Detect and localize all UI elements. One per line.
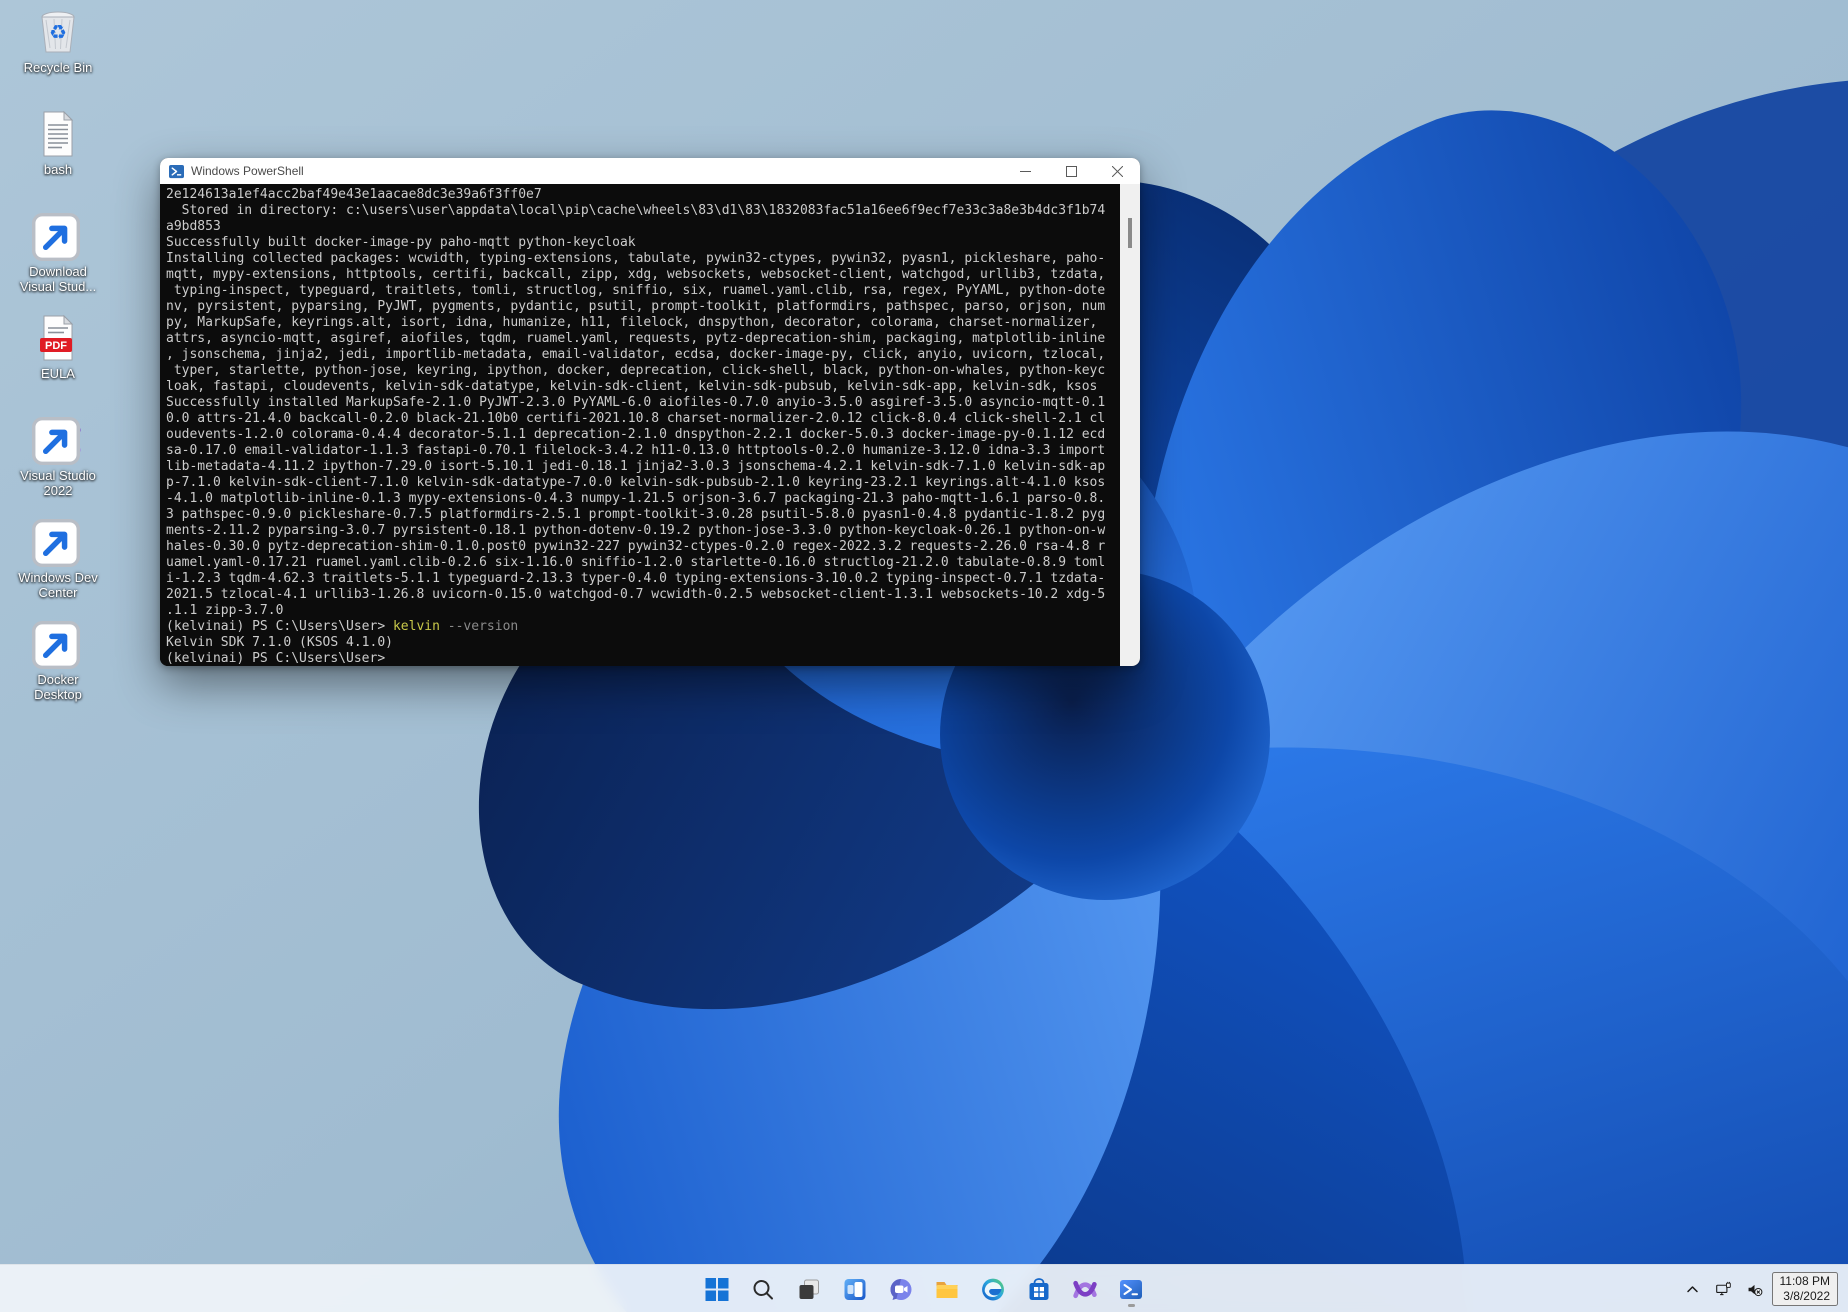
- terminal-line: (kelvinai) PS C:\Users\User> kelvin --ve…: [166, 619, 1114, 635]
- desktop-icon-label: bash: [44, 162, 72, 177]
- tray-chevron-up-icon[interactable]: [1679, 1269, 1706, 1309]
- running-indicator: [1128, 1304, 1135, 1307]
- terminal-line: sa-0.17.0 email-validator-1.1.3 fastapi-…: [166, 443, 1114, 459]
- terminal-line: 3 pathspec-0.9.0 pickleshare-0.7.5 platf…: [166, 507, 1114, 523]
- desktop-icon-recycle-bin[interactable]: ♻ Recycle Bin: [8, 8, 108, 102]
- edge-icon: [34, 518, 82, 566]
- terminal-line: a9bd853: [166, 219, 1114, 235]
- terminal-line: i-1.2.3 tqdm-4.62.3 traitlets-5.1.1 type…: [166, 571, 1114, 587]
- taskbar-file-explorer-icon[interactable]: [928, 1269, 967, 1309]
- terminal-line: 0.0 attrs-21.4.0 backcall-0.2.0 black-21…: [166, 411, 1114, 427]
- terminal-line: Successfully built docker-image-py paho-…: [166, 235, 1114, 251]
- terminal-line: typing-inspect, typeguard, traitlets, to…: [166, 283, 1114, 299]
- terminal-line: oudevents-1.2.0 colorama-0.4.4 decorator…: [166, 427, 1114, 443]
- desktop-icon-windows-dev-center[interactable]: Windows DevCenter: [8, 518, 108, 612]
- terminal-line: ments-2.11.2 pyparsing-3.0.7 pyrsistent-…: [166, 523, 1114, 539]
- scrollbar-thumb[interactable]: [1128, 218, 1132, 248]
- window-titlebar[interactable]: Windows PowerShell: [160, 158, 1140, 184]
- recycle-bin-icon: ♻: [34, 8, 82, 56]
- visual-studio-icon: [34, 416, 82, 464]
- edge-icon: [34, 212, 82, 260]
- terminal-line: Installing collected packages: wcwidth, …: [166, 251, 1114, 267]
- taskbar-powershell-icon[interactable]: [1112, 1269, 1151, 1309]
- terminal-line: typer, starlette, python-jose, keyring, …: [166, 363, 1114, 379]
- terminal-output[interactable]: 2e124613a1ef4acc2baf49e43e1aacae8dc3e39a…: [160, 184, 1140, 666]
- terminal-line: Kelvin SDK 7.1.0 (KSOS 4.1.0): [166, 635, 1114, 651]
- terminal-line: mqtt, mypy-extensions, httptools, certif…: [166, 267, 1114, 283]
- taskbar: 11:08 PM 3/8/2022: [0, 1264, 1848, 1312]
- svg-text:♻: ♻: [49, 20, 67, 44]
- close-button[interactable]: [1094, 158, 1140, 184]
- maximize-button[interactable]: [1048, 158, 1094, 184]
- terminal-line: nv, pyrsistent, pyparsing, PyJWT, pygmen…: [166, 299, 1114, 315]
- terminal-line: uamel.yaml-0.17.21 ruamel.yaml.clib-0.2.…: [166, 555, 1114, 571]
- taskbar-edge-icon[interactable]: [974, 1269, 1013, 1309]
- powershell-window: Windows PowerShell 2e124613a1ef4acc2baf4…: [160, 158, 1140, 666]
- terminal-line: p-7.1.0 kelvin-sdk-client-7.1.0 kelvin-s…: [166, 475, 1114, 491]
- system-tray: 11:08 PM 3/8/2022: [1679, 1265, 1838, 1312]
- desktop-icon-label: EULA: [41, 366, 75, 381]
- desktop-icon-label: Visual Studio2022: [20, 468, 96, 498]
- taskbar-chat-icon[interactable]: [882, 1269, 921, 1309]
- taskbar-store-icon[interactable]: [1020, 1269, 1059, 1309]
- terminal-line: loak, fastapi, cloudevents, kelvin-sdk-d…: [166, 379, 1114, 395]
- desktop: ♻ Recycle Bin bash DownloadVisual Stud...…: [0, 0, 1848, 1312]
- terminal-lines: 2e124613a1ef4acc2baf49e43e1aacae8dc3e39a…: [166, 187, 1114, 666]
- terminal-line: Stored in directory: c:\users\user\appda…: [166, 203, 1114, 219]
- desktop-icon-docker-desktop[interactable]: DockerDesktop: [8, 620, 108, 714]
- clock-date: 3/8/2022: [1783, 1289, 1830, 1304]
- desktop-icon-label: Windows DevCenter: [18, 570, 97, 600]
- terminal-line: 2021.5 tzlocal-4.1 urllib3-1.26.8 uvicor…: [166, 587, 1114, 603]
- taskbar-widgets-icon[interactable]: [836, 1269, 875, 1309]
- powershell-icon: [169, 164, 184, 179]
- terminal-line: 2e124613a1ef4acc2baf49e43e1aacae8dc3e39a…: [166, 187, 1114, 203]
- terminal-line: -4.1.0 matplotlib-inline-0.1.3 mypy-exte…: [166, 491, 1114, 507]
- terminal-line: py, MarkupSafe, keyrings.alt, isort, idn…: [166, 315, 1114, 331]
- taskbar-icons: [698, 1265, 1151, 1312]
- terminal-line: lib-metadata-4.11.2 ipython-7.29.0 isort…: [166, 459, 1114, 475]
- terminal-scrollbar[interactable]: [1120, 184, 1140, 666]
- terminal-line: Successfully installed MarkupSafe-2.1.0 …: [166, 395, 1114, 411]
- desktop-icon-label: DockerDesktop: [34, 672, 82, 702]
- desktop-icon-bash[interactable]: bash: [8, 110, 108, 204]
- desktop-icon-eula[interactable]: PDF EULA: [8, 314, 108, 408]
- desktop-icon-visual-studio-2022[interactable]: Visual Studio2022: [8, 416, 108, 510]
- docker-icon: [34, 620, 82, 668]
- network-icon[interactable]: [1710, 1269, 1737, 1309]
- svg-text:PDF: PDF: [45, 340, 67, 352]
- clock-time: 11:08 PM: [1780, 1274, 1830, 1289]
- terminal-line: , jsonschema, jinja2, jedi, importlib-me…: [166, 347, 1114, 363]
- minimize-button[interactable]: [1002, 158, 1048, 184]
- desktop-icon-download-visual-stud[interactable]: DownloadVisual Stud...: [8, 212, 108, 306]
- terminal-line: (kelvinai) PS C:\Users\User>: [166, 651, 1114, 666]
- desktop-icons: ♻ Recycle Bin bash DownloadVisual Stud...…: [8, 8, 108, 714]
- taskbar-visual-studio-icon[interactable]: [1066, 1269, 1105, 1309]
- desktop-icon-label: DownloadVisual Stud...: [20, 264, 96, 294]
- terminal-line: attrs, asyncio-mqtt, asgiref, aiofiles, …: [166, 331, 1114, 347]
- taskbar-task-view-icon[interactable]: [790, 1269, 829, 1309]
- window-controls: [1002, 158, 1140, 184]
- terminal-line: .1.1 zipp-3.7.0: [166, 603, 1114, 619]
- desktop-icon-label: Recycle Bin: [24, 60, 93, 75]
- text-document-icon: [34, 110, 82, 158]
- taskbar-clock[interactable]: 11:08 PM 3/8/2022: [1772, 1272, 1838, 1306]
- taskbar-search-icon[interactable]: [744, 1269, 783, 1309]
- terminal-line: hales-0.30.0 pytz-deprecation-shim-0.1.0…: [166, 539, 1114, 555]
- volume-muted-icon[interactable]: [1741, 1269, 1768, 1309]
- pdf-document-icon: PDF: [34, 314, 82, 362]
- taskbar-start-icon[interactable]: [698, 1269, 737, 1309]
- window-title: Windows PowerShell: [191, 164, 1002, 178]
